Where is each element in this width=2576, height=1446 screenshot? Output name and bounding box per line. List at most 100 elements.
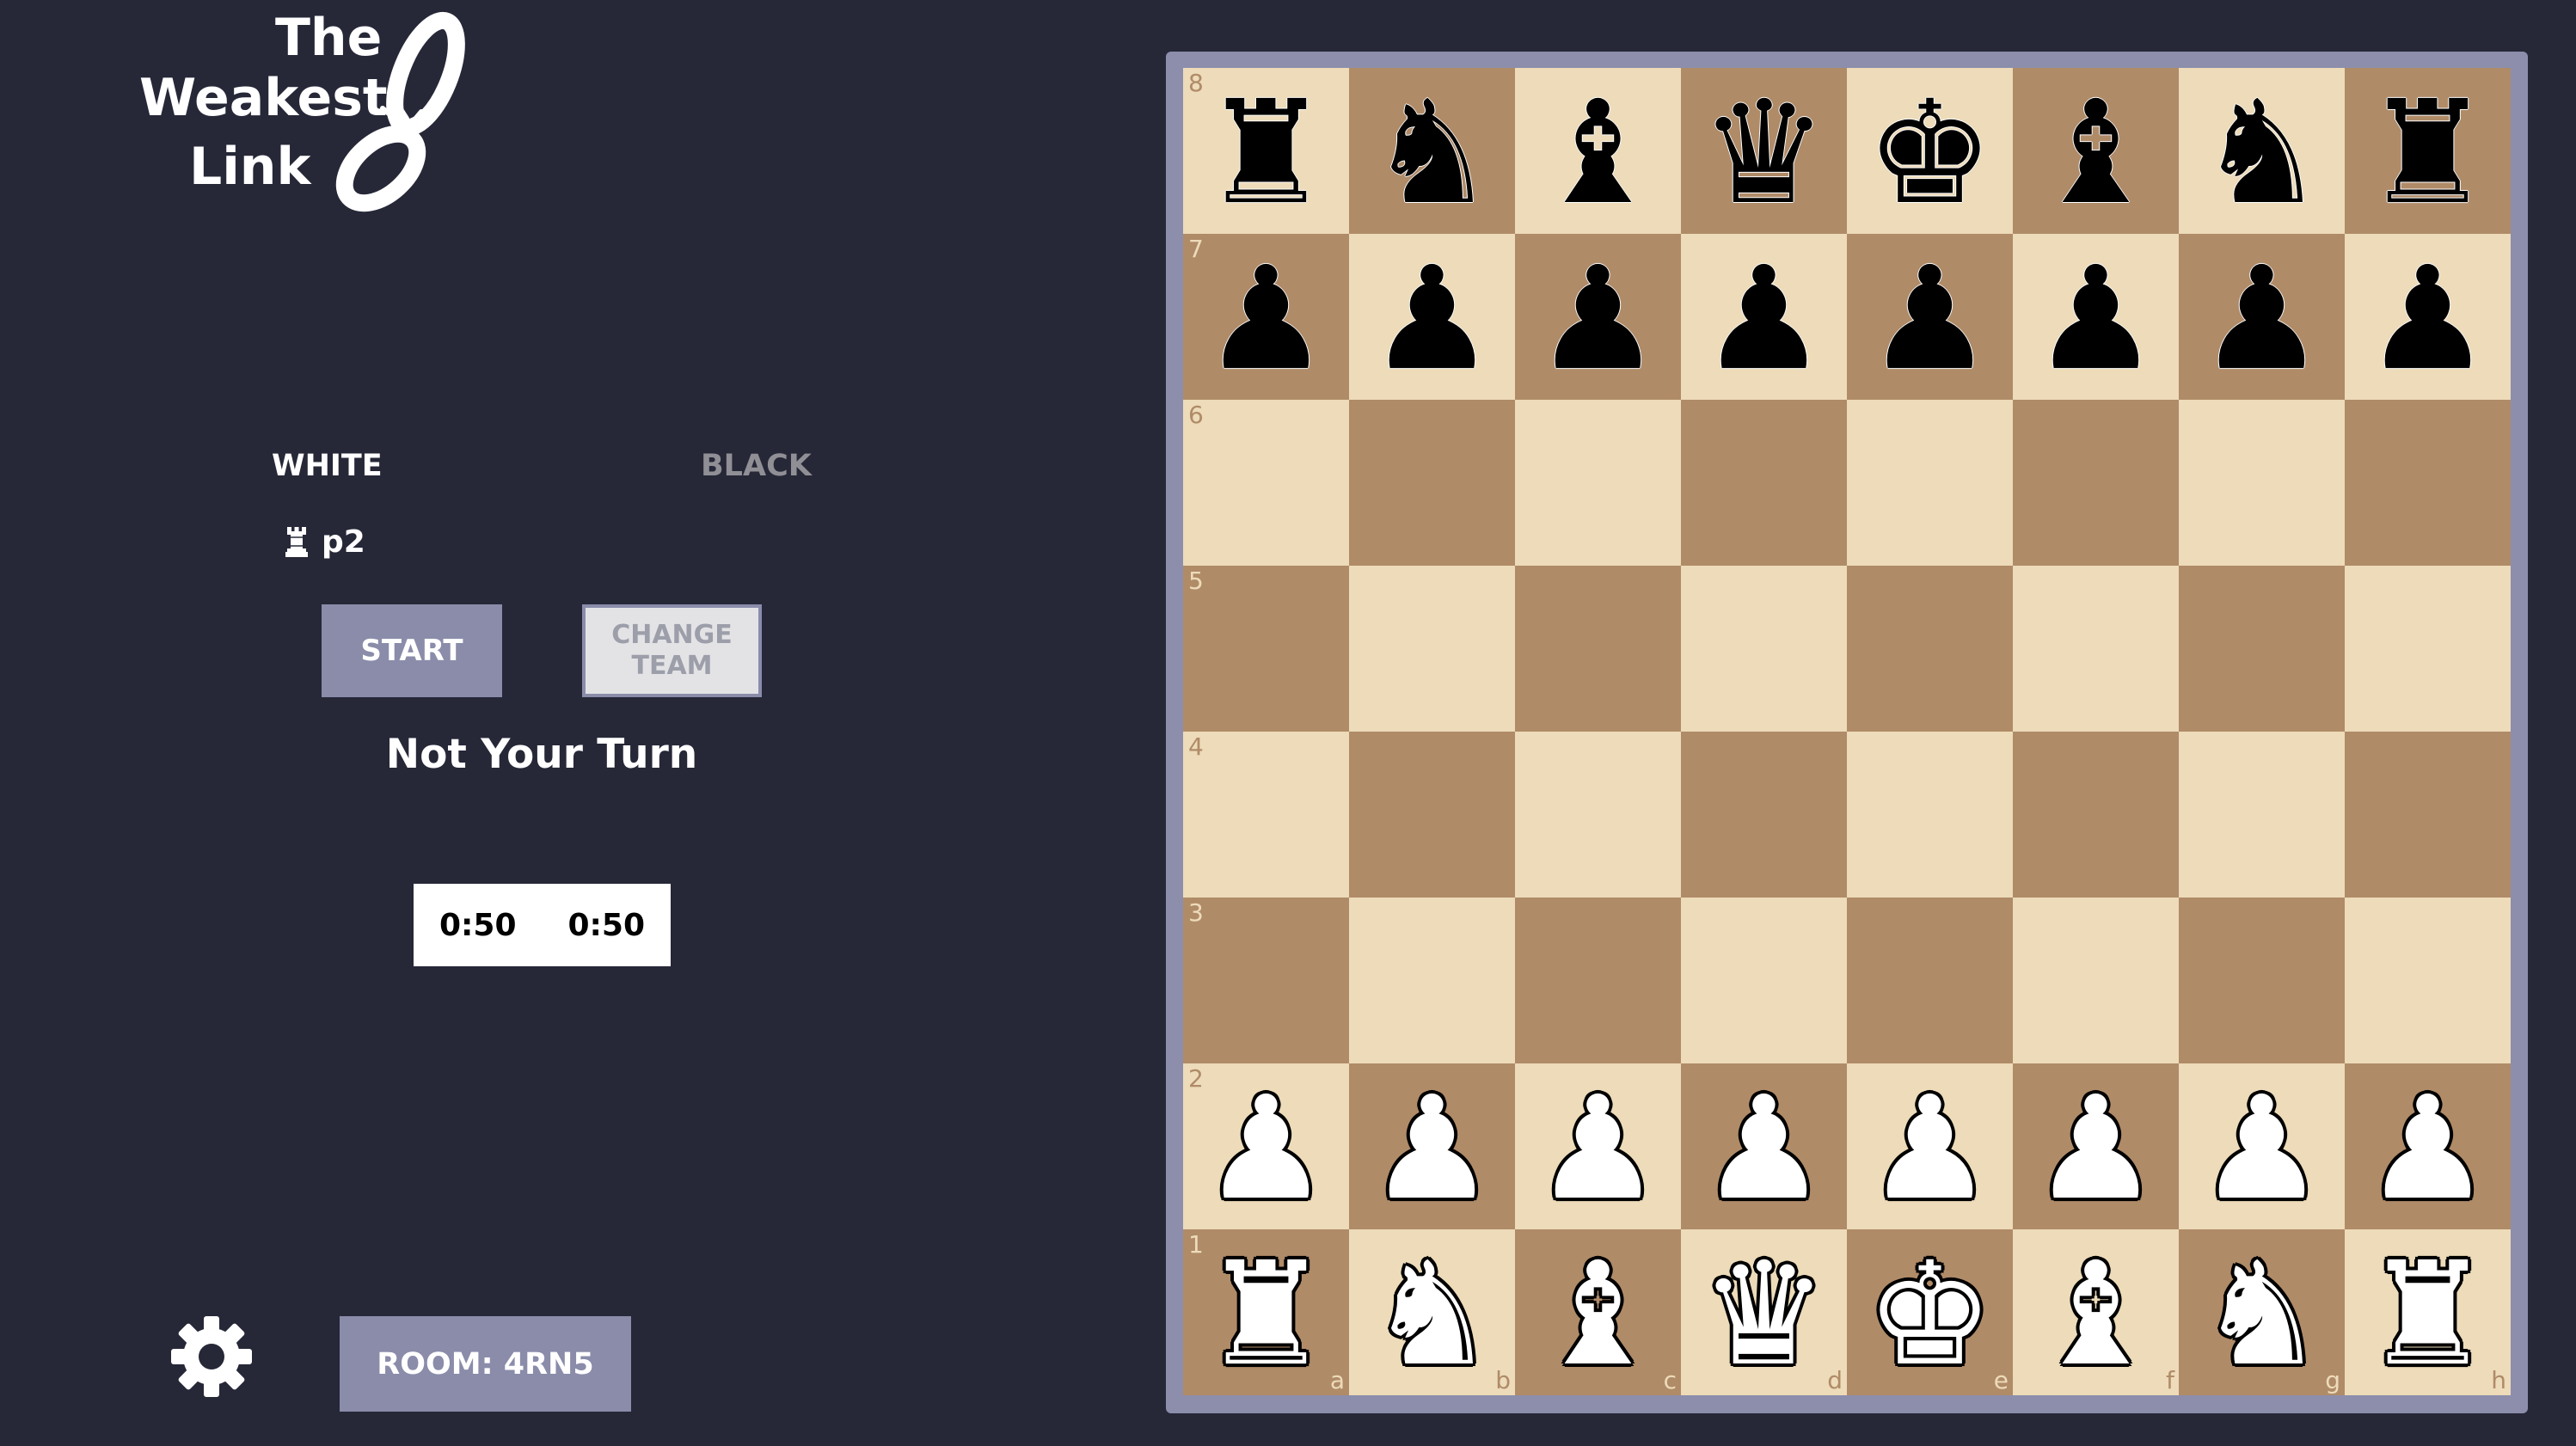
- square-g6[interactable]: [2179, 400, 2345, 566]
- square-d6[interactable]: [1681, 400, 1847, 566]
- white-pawn-icon[interactable]: ♟: [1681, 1063, 1847, 1229]
- change-team-button[interactable]: CHANGE TEAM: [582, 604, 762, 697]
- square-e3[interactable]: [1847, 898, 2013, 1063]
- square-c7[interactable]: ♟: [1515, 234, 1681, 400]
- chess-board[interactable]: 8 ♜ ♞ ♝ ♛ ♚ ♝ ♞ ♜ 7 ♟ ♟ ♟ ♟ ♟ ♟ ♟ ♟ 6 5 4 3 2 ♟ ♟ ♟ ♟ ♟ ♟ ♟ ♟ 1 a ♜ b ♞ c ♝ d ♛…: [1183, 68, 2511, 1395]
- black-rook-icon[interactable]: ♜: [2345, 68, 2511, 234]
- white-king-icon[interactable]: ♚: [1847, 1229, 2013, 1395]
- square-h3[interactable]: [2345, 898, 2511, 1063]
- square-b1[interactable]: b ♞: [1349, 1229, 1515, 1395]
- black-knight-icon[interactable]: ♞: [2179, 68, 2345, 234]
- square-h1[interactable]: h ♜: [2345, 1229, 2511, 1395]
- square-e7[interactable]: ♟: [1847, 234, 2013, 400]
- room-code-button[interactable]: ROOM: 4RN5: [340, 1316, 631, 1412]
- white-pawn-icon[interactable]: ♟: [2179, 1063, 2345, 1229]
- black-bishop-icon[interactable]: ♝: [2013, 68, 2179, 234]
- square-e1[interactable]: e ♚: [1847, 1229, 2013, 1395]
- square-a5[interactable]: 5: [1183, 566, 1349, 732]
- black-knight-icon[interactable]: ♞: [1349, 68, 1515, 234]
- square-d4[interactable]: [1681, 732, 1847, 898]
- black-pawn-icon[interactable]: ♟: [1349, 234, 1515, 400]
- black-pawn-icon[interactable]: ♟: [1183, 234, 1349, 400]
- square-f1[interactable]: f ♝: [2013, 1229, 2179, 1395]
- start-button[interactable]: START: [322, 604, 502, 697]
- square-a4[interactable]: 4: [1183, 732, 1349, 898]
- black-pawn-icon[interactable]: ♟: [2345, 234, 2511, 400]
- square-g1[interactable]: g ♞: [2179, 1229, 2345, 1395]
- square-g8[interactable]: ♞: [2179, 68, 2345, 234]
- black-pawn-icon[interactable]: ♟: [1681, 234, 1847, 400]
- black-queen-icon[interactable]: ♛: [1681, 68, 1847, 234]
- square-b6[interactable]: [1349, 400, 1515, 566]
- white-pawn-icon[interactable]: ♟: [2013, 1063, 2179, 1229]
- square-d8[interactable]: ♛: [1681, 68, 1847, 234]
- black-king-icon[interactable]: ♚: [1847, 68, 2013, 234]
- square-h8[interactable]: ♜: [2345, 68, 2511, 234]
- white-rook-icon[interactable]: ♜: [2345, 1229, 2511, 1395]
- square-d5[interactable]: [1681, 566, 1847, 732]
- square-a1[interactable]: 1 a ♜: [1183, 1229, 1349, 1395]
- black-pawn-icon[interactable]: ♟: [2013, 234, 2179, 400]
- square-b2[interactable]: ♟: [1349, 1063, 1515, 1229]
- square-e2[interactable]: ♟: [1847, 1063, 2013, 1229]
- square-b8[interactable]: ♞: [1349, 68, 1515, 234]
- white-pawn-icon[interactable]: ♟: [1349, 1063, 1515, 1229]
- square-h5[interactable]: [2345, 566, 2511, 732]
- square-h4[interactable]: [2345, 732, 2511, 898]
- white-queen-icon[interactable]: ♛: [1681, 1229, 1847, 1395]
- black-bishop-icon[interactable]: ♝: [1515, 68, 1681, 234]
- square-g2[interactable]: ♟: [2179, 1063, 2345, 1229]
- square-b5[interactable]: [1349, 566, 1515, 732]
- square-e4[interactable]: [1847, 732, 2013, 898]
- square-c1[interactable]: c ♝: [1515, 1229, 1681, 1395]
- square-c5[interactable]: [1515, 566, 1681, 732]
- square-b7[interactable]: ♟: [1349, 234, 1515, 400]
- square-e8[interactable]: ♚: [1847, 68, 2013, 234]
- white-knight-icon[interactable]: ♞: [1349, 1229, 1515, 1395]
- black-pawn-icon[interactable]: ♟: [1847, 234, 2013, 400]
- square-a3[interactable]: 3: [1183, 898, 1349, 1063]
- square-a8[interactable]: 8 ♜: [1183, 68, 1349, 234]
- white-pawn-icon[interactable]: ♟: [1183, 1063, 1349, 1229]
- black-pawn-icon[interactable]: ♟: [2179, 234, 2345, 400]
- square-h7[interactable]: ♟: [2345, 234, 2511, 400]
- black-rook-icon[interactable]: ♜: [1183, 68, 1349, 234]
- square-g4[interactable]: [2179, 732, 2345, 898]
- square-c4[interactable]: [1515, 732, 1681, 898]
- square-c8[interactable]: ♝: [1515, 68, 1681, 234]
- square-f5[interactable]: [2013, 566, 2179, 732]
- square-c2[interactable]: ♟: [1515, 1063, 1681, 1229]
- square-f3[interactable]: [2013, 898, 2179, 1063]
- gear-icon[interactable]: [169, 1314, 255, 1400]
- square-g5[interactable]: [2179, 566, 2345, 732]
- square-b4[interactable]: [1349, 732, 1515, 898]
- square-a7[interactable]: 7 ♟: [1183, 234, 1349, 400]
- white-knight-icon[interactable]: ♞: [2179, 1229, 2345, 1395]
- square-d2[interactable]: ♟: [1681, 1063, 1847, 1229]
- square-d3[interactable]: [1681, 898, 1847, 1063]
- white-pawn-icon[interactable]: ♟: [1847, 1063, 2013, 1229]
- white-rook-icon[interactable]: ♜: [1183, 1229, 1349, 1395]
- square-a6[interactable]: 6: [1183, 400, 1349, 566]
- white-pawn-icon[interactable]: ♟: [1515, 1063, 1681, 1229]
- square-d1[interactable]: d ♛: [1681, 1229, 1847, 1395]
- square-f6[interactable]: [2013, 400, 2179, 566]
- white-bishop-icon[interactable]: ♝: [2013, 1229, 2179, 1395]
- square-c6[interactable]: [1515, 400, 1681, 566]
- square-f7[interactable]: ♟: [2013, 234, 2179, 400]
- square-g3[interactable]: [2179, 898, 2345, 1063]
- square-h6[interactable]: [2345, 400, 2511, 566]
- square-c3[interactable]: [1515, 898, 1681, 1063]
- square-b3[interactable]: [1349, 898, 1515, 1063]
- square-d7[interactable]: ♟: [1681, 234, 1847, 400]
- square-f4[interactable]: [2013, 732, 2179, 898]
- square-f2[interactable]: ♟: [2013, 1063, 2179, 1229]
- square-f8[interactable]: ♝: [2013, 68, 2179, 234]
- square-e5[interactable]: [1847, 566, 2013, 732]
- white-pawn-icon[interactable]: ♟: [2345, 1063, 2511, 1229]
- square-h2[interactable]: ♟: [2345, 1063, 2511, 1229]
- square-e6[interactable]: [1847, 400, 2013, 566]
- white-bishop-icon[interactable]: ♝: [1515, 1229, 1681, 1395]
- square-a2[interactable]: 2 ♟: [1183, 1063, 1349, 1229]
- square-g7[interactable]: ♟: [2179, 234, 2345, 400]
